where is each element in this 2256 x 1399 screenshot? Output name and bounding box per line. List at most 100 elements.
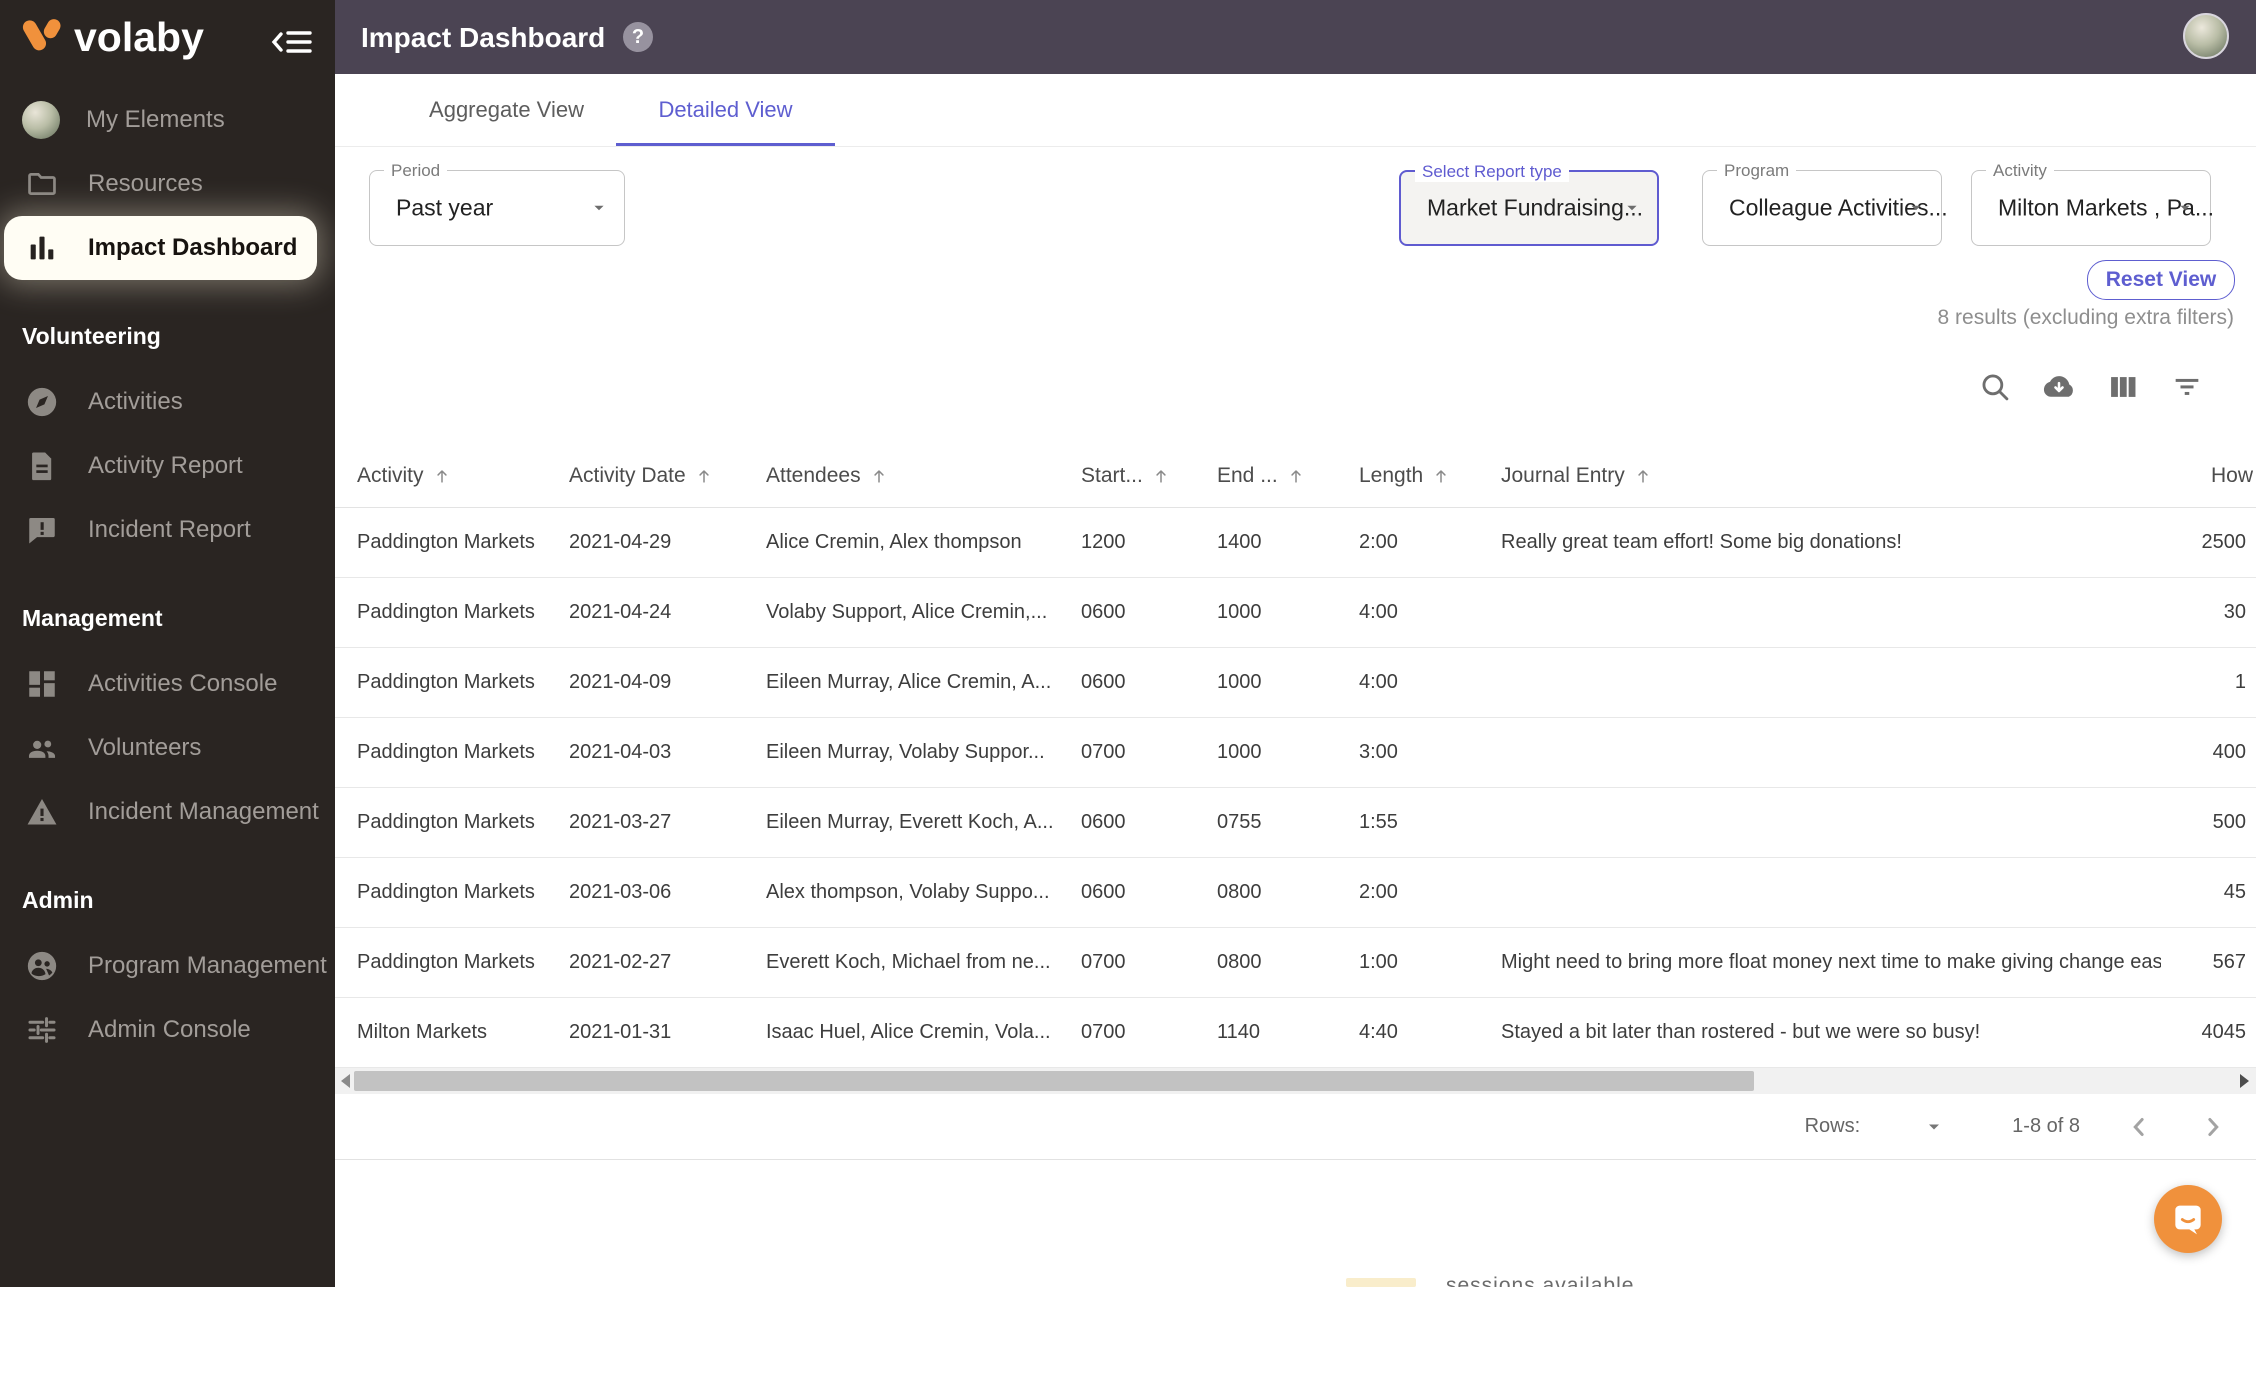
column-header-length[interactable]: Length xyxy=(1359,464,1501,488)
chat-bubble-icon xyxy=(2168,1199,2208,1239)
cell-length: 2:00 xyxy=(1359,531,1501,554)
page-title: Impact Dashboard xyxy=(361,22,605,54)
sidebar-item-admin-console[interactable]: Admin Console xyxy=(0,998,335,1062)
table-row[interactable]: Paddington Markets2021-02-27Everett Koch… xyxy=(335,928,2256,998)
help-icon[interactable]: ? xyxy=(623,22,653,52)
content-area: Period Past year Select Report type Mark… xyxy=(335,146,2256,1287)
cell-end: 1400 xyxy=(1217,531,1359,554)
scroll-right-arrow-icon[interactable] xyxy=(2240,1074,2249,1088)
sidebar-logo-row: volaby xyxy=(0,0,335,88)
sidebar-primary-nav: My Elements Resources Impact Dashboard xyxy=(0,88,335,280)
sidebar-item-my-elements[interactable]: My Elements xyxy=(0,88,335,152)
tab-aggregate-view[interactable]: Aggregate View xyxy=(397,74,616,145)
chat-widget-button[interactable] xyxy=(2154,1185,2222,1253)
sidebar-section-volunteering: Volunteering xyxy=(0,312,335,360)
reset-view-button[interactable]: Reset View xyxy=(2087,260,2235,300)
cell-journal-entry: Might need to bring more float money nex… xyxy=(1501,951,2161,974)
table-row[interactable]: Paddington Markets2021-04-03Eileen Murra… xyxy=(335,718,2256,788)
collapse-sidebar-icon[interactable] xyxy=(271,24,313,60)
cell-activity-date: 2021-03-06 xyxy=(569,881,766,904)
cloud-download-icon[interactable] xyxy=(2042,370,2076,404)
column-header-activity[interactable]: Activity xyxy=(357,464,569,488)
sort-arrow-up-icon xyxy=(1633,466,1653,486)
cell-how: 45 xyxy=(2161,881,2255,904)
cell-activity-date: 2021-04-24 xyxy=(569,601,766,624)
sidebar-item-label: Program Management xyxy=(88,952,327,980)
column-header-end[interactable]: End ... xyxy=(1217,464,1359,488)
cell-length: 4:00 xyxy=(1359,601,1501,624)
chevron-down-icon xyxy=(1621,197,1643,219)
program-select[interactable]: Program Colleague Activities... xyxy=(1702,170,1942,246)
column-header-journal-entry[interactable]: Journal Entry xyxy=(1501,464,2161,488)
cell-how: 30 xyxy=(2161,601,2255,624)
chevron-down-icon xyxy=(588,197,610,219)
table-body: Paddington Markets2021-04-29Alice Cremin… xyxy=(335,508,2256,1068)
table-toolbar xyxy=(1978,370,2204,404)
sidebar-item-activities[interactable]: Activities xyxy=(0,370,335,434)
activity-select[interactable]: Activity Milton Markets , Pa... xyxy=(1971,170,2211,246)
sidebar-item-volunteers[interactable]: Volunteers xyxy=(0,716,335,780)
cell-how: 4045 xyxy=(2161,1021,2255,1044)
table-row[interactable]: Paddington Markets2021-04-09Eileen Murra… xyxy=(335,648,2256,718)
cell-start: 0700 xyxy=(1081,741,1217,764)
app-window: volaby My Elements Resources Impact Dashbo… xyxy=(0,0,2256,1287)
scroll-left-arrow-icon[interactable] xyxy=(341,1074,350,1088)
user-avatar[interactable] xyxy=(2183,13,2229,59)
table-row[interactable]: Paddington Markets2021-04-24Volaby Suppo… xyxy=(335,578,2256,648)
cell-attendees: Everett Koch, Michael from ne... xyxy=(766,951,1081,974)
column-header-label: End ... xyxy=(1217,464,1278,488)
cell-length: 1:55 xyxy=(1359,811,1501,834)
sidebar-item-label: Activity Report xyxy=(88,452,243,480)
cell-length: 4:40 xyxy=(1359,1021,1501,1044)
column-header-attendees[interactable]: Attendees xyxy=(766,464,1081,488)
cell-activity-date: 2021-01-31 xyxy=(569,1021,766,1044)
sidebar-item-label: Admin Console xyxy=(88,1016,251,1044)
horizontal-scrollbar[interactable] xyxy=(335,1068,2256,1094)
column-header-label: Activity Date xyxy=(569,464,686,488)
sidebar-item-resources[interactable]: Resources xyxy=(0,152,335,216)
activity-select-label: Activity xyxy=(1986,161,2054,181)
report-type-select[interactable]: Select Report type Market Fundraising... xyxy=(1399,170,1659,246)
next-page-icon[interactable] xyxy=(2198,1112,2228,1142)
table-row[interactable]: Milton Markets2021-01-31Isaac Huel, Alic… xyxy=(335,998,2256,1068)
table-row[interactable]: Paddington Markets2021-03-06Alex thompso… xyxy=(335,858,2256,928)
view-columns-icon[interactable] xyxy=(2106,370,2140,404)
cell-activity: Paddington Markets xyxy=(357,811,569,834)
previous-page-icon[interactable] xyxy=(2124,1112,2154,1142)
sidebar-item-label: Incident Report xyxy=(88,516,251,544)
sidebar-item-label: Activities xyxy=(88,388,183,416)
table-row[interactable]: Paddington Markets2021-03-27Eileen Murra… xyxy=(335,788,2256,858)
tab-detailed-view[interactable]: Detailed View xyxy=(616,74,835,145)
cell-end: 1140 xyxy=(1217,1021,1359,1044)
sidebar-item-label: Resources xyxy=(88,170,203,198)
sidebar-item-incident-report[interactable]: Incident Report xyxy=(0,498,335,562)
sidebar-item-label: Impact Dashboard xyxy=(88,234,297,262)
rows-per-page-dropdown[interactable] xyxy=(1922,1115,1946,1139)
clipped-tooltip-swatch xyxy=(1346,1278,1416,1287)
column-header-activity-date[interactable]: Activity Date xyxy=(569,464,766,488)
sidebar-item-incident-management[interactable]: Incident Management xyxy=(0,780,335,844)
people-icon xyxy=(22,728,62,768)
column-header-how[interactable]: How xyxy=(2161,464,2255,488)
sidebar-item-impact-dashboard[interactable]: Impact Dashboard xyxy=(4,216,317,280)
cell-activity: Paddington Markets xyxy=(357,741,569,764)
sidebar-item-activities-console[interactable]: Activities Console xyxy=(0,652,335,716)
period-select-value: Past year xyxy=(396,195,493,222)
column-header-start[interactable]: Start... xyxy=(1081,464,1217,488)
cell-attendees: Volaby Support, Alice Cremin,... xyxy=(766,601,1081,624)
results-count-text: 8 results (excluding extra filters) xyxy=(1938,306,2234,330)
chevron-down-icon xyxy=(1905,197,1927,219)
cell-activity-date: 2021-03-27 xyxy=(569,811,766,834)
search-icon[interactable] xyxy=(1978,370,2012,404)
compass-icon xyxy=(22,382,62,422)
document-icon xyxy=(22,446,62,486)
sort-arrow-up-icon xyxy=(432,466,452,486)
cell-start: 0700 xyxy=(1081,951,1217,974)
cell-activity: Paddington Markets xyxy=(357,531,569,554)
period-select[interactable]: Period Past year xyxy=(369,170,625,246)
filter-list-icon[interactable] xyxy=(2170,370,2204,404)
sidebar-item-activity-report[interactable]: Activity Report xyxy=(0,434,335,498)
sidebar-item-program-management[interactable]: Program Management xyxy=(0,934,335,998)
table-row[interactable]: Paddington Markets2021-04-29Alice Cremin… xyxy=(335,508,2256,578)
scrollbar-thumb[interactable] xyxy=(354,1071,1754,1091)
